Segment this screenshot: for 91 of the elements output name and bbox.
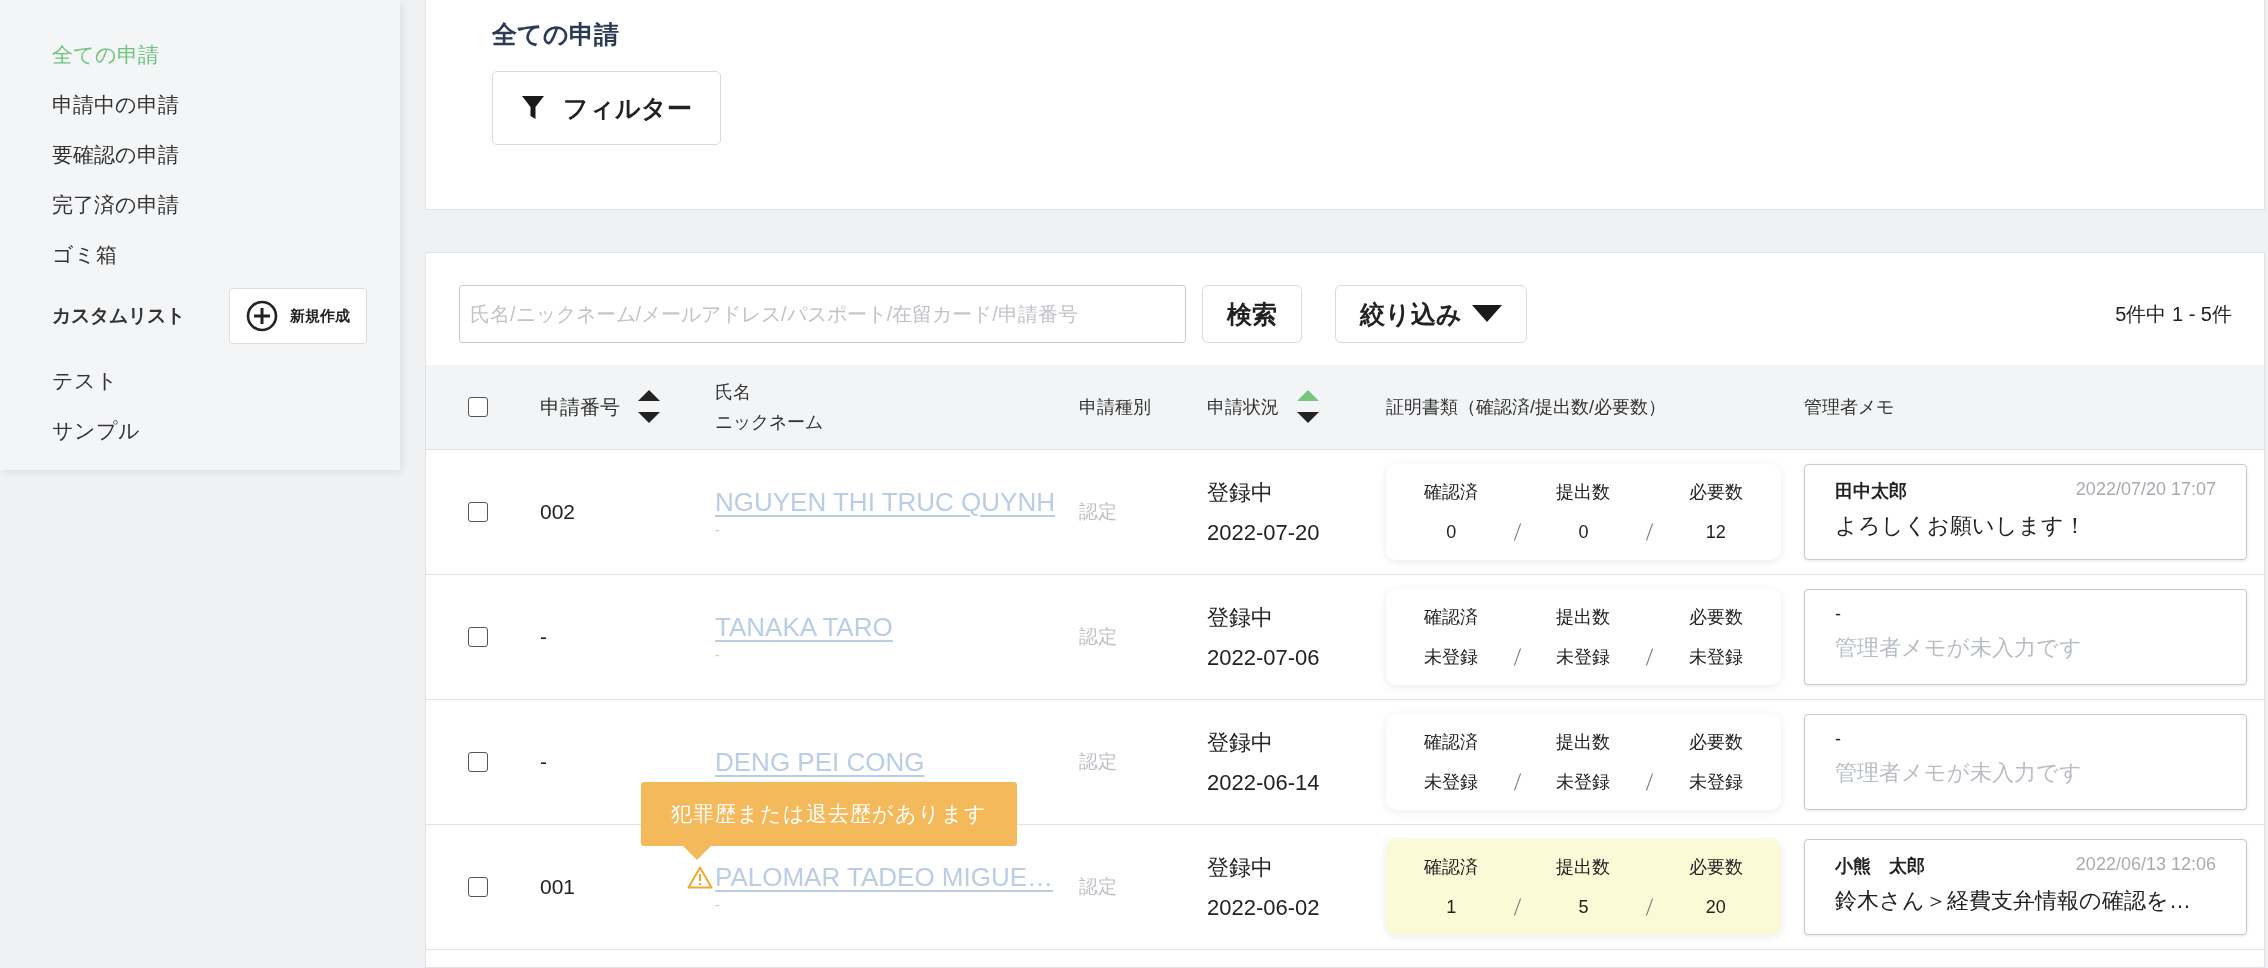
nickname: - (715, 896, 721, 913)
memo-author: 田中太郎 (1835, 480, 1907, 503)
count-value: 未登録 (1688, 646, 1743, 669)
count-value: 0 (1578, 521, 1589, 543)
column-header: 氏名 (715, 381, 752, 404)
application-number: 001 (540, 875, 576, 899)
nickname: - (715, 521, 721, 538)
application-number: - (540, 750, 547, 774)
application-type: 認定 (1079, 750, 1117, 774)
count-value: 12 (1705, 521, 1726, 543)
count-label: 確認済 (1424, 481, 1479, 504)
count-label: 確認済 (1424, 856, 1479, 879)
count-value: 20 (1705, 896, 1726, 918)
application-type: 認定 (1079, 625, 1117, 649)
status-label: 登録中 (1207, 854, 1274, 882)
column-header: 申請種別 (1079, 396, 1151, 419)
application-number: - (540, 625, 547, 649)
count-label: 必要数 (1688, 856, 1743, 879)
memo-author: - (1835, 729, 1841, 750)
count-label: 提出数 (1556, 606, 1611, 629)
count-value: 1 (1446, 896, 1457, 918)
nav-link[interactable]: テスト (0, 364, 400, 414)
checkbox[interactable] (468, 502, 488, 522)
result-count: 5件中 1 - 5件 (2115, 301, 2232, 327)
count-value: 未登録 (1424, 771, 1479, 794)
search-button[interactable]: 検索 (1202, 285, 1302, 343)
narrow-button[interactable]: 絞り込み (1335, 285, 1527, 343)
nav-link[interactable]: 完了済の申請 (0, 188, 400, 238)
count-value: 未登録 (1556, 646, 1611, 669)
column-header: 申請状況 (1207, 396, 1279, 419)
count-value: 5 (1578, 896, 1589, 918)
filter-icon (521, 95, 545, 121)
count-label: 必要数 (1688, 606, 1743, 629)
status-date: 2022-07-20 (1207, 520, 1320, 546)
status-label: 登録中 (1207, 604, 1274, 632)
memo-card[interactable]: - 管理者メモが未入力です (1804, 714, 2247, 810)
count-label: 確認済 (1424, 606, 1479, 629)
count-label: 提出数 (1556, 856, 1611, 879)
plus-circle-icon (246, 300, 278, 332)
nav-link[interactable]: 申請中の申請 (0, 88, 400, 138)
column-header: 管理者メモ (1804, 396, 1894, 419)
nickname: - (715, 646, 721, 663)
memo-time: 2022/07/20 17:07 (2075, 479, 2216, 501)
count-label: 必要数 (1688, 731, 1743, 754)
checkbox[interactable] (468, 397, 488, 417)
memo-author: 小熊 太郎 (1835, 855, 1925, 878)
count-label: 提出数 (1556, 481, 1611, 504)
count-label: 提出数 (1556, 731, 1611, 754)
warning-icon (687, 865, 713, 889)
status-label: 登録中 (1207, 479, 1274, 507)
sort-icon[interactable] (638, 390, 660, 424)
application-type: 認定 (1079, 875, 1117, 899)
memo-card[interactable]: - 管理者メモが未入力です (1804, 589, 2247, 685)
count-value: 0 (1446, 521, 1457, 543)
count-value: 未登録 (1556, 771, 1611, 794)
filter-button[interactable]: フィルター (492, 71, 721, 145)
tooltip-pointer (683, 845, 711, 860)
memo-text: 鈴木さん＞経費支弁情報の確認を… (1835, 887, 2192, 915)
count-label: 必要数 (1688, 481, 1743, 504)
memo-text: よろしくお願いします！ (1835, 512, 2087, 540)
nav-link[interactable]: 要確認の申請 (0, 138, 400, 188)
checkbox[interactable] (468, 627, 488, 647)
status-date: 2022-06-02 (1207, 895, 1320, 921)
memo-card[interactable]: 小熊 太郎 2022/06/13 12:06 鈴木さん＞経費支弁情報の確認を… (1804, 839, 2247, 935)
caret-icon (1472, 305, 1502, 323)
column-header: 証明書類（確認済/提出数/必要数） (1386, 396, 1666, 419)
memo-card[interactable]: 田中太郎 2022/07/20 17:07 よろしくお願いします！ (1804, 464, 2247, 560)
status-label: 登録中 (1207, 729, 1274, 757)
count-value: 未登録 (1688, 771, 1743, 794)
memo-author: - (1835, 604, 1841, 625)
search-field[interactable]: 氏名/ニックネーム/メールアドレス/パスポート/在留カード/申請番号 (459, 285, 1186, 343)
memo-text: 管理者メモが未入力です (1835, 759, 2083, 787)
memo-text: 管理者メモが未入力です (1835, 634, 2083, 662)
column-header: 申請番号 (540, 394, 620, 420)
warning-tooltip: 犯罪歴または退去歴があります (641, 781, 1017, 846)
count-label: 確認済 (1424, 731, 1479, 754)
checkbox[interactable] (468, 877, 488, 897)
checkbox[interactable] (468, 752, 488, 772)
page-title: 全ての申請 (492, 19, 620, 50)
status-date: 2022-07-06 (1207, 645, 1320, 671)
section-title: カスタムリスト (52, 304, 186, 328)
nav-link[interactable]: ゴミ箱 (0, 238, 400, 288)
application-type: 認定 (1079, 500, 1117, 524)
column-header: ニックネーム (715, 411, 823, 434)
new-list-button[interactable]: 新規作成 (229, 288, 367, 344)
application-number: 002 (540, 500, 576, 524)
nav-link[interactable]: サンプル (0, 414, 400, 464)
memo-time: 2022/06/13 12:06 (2075, 854, 2216, 876)
sort-icon[interactable] (1297, 390, 1319, 424)
count-value: 未登録 (1424, 646, 1479, 669)
status-date: 2022-06-14 (1207, 770, 1320, 796)
